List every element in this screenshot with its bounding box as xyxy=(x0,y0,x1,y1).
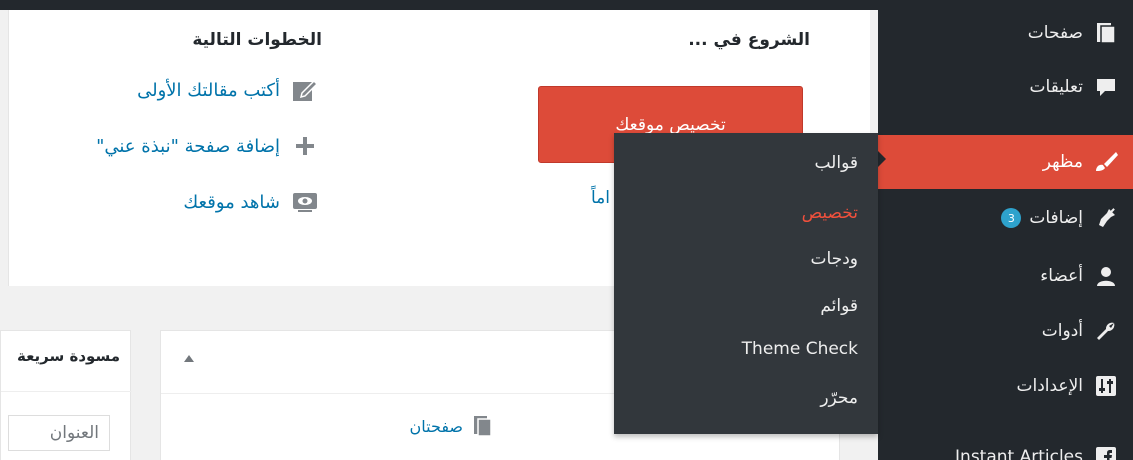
sidebar-item-label: أعضاء xyxy=(1040,266,1083,286)
submenu-item-customize[interactable]: تخصيص xyxy=(802,203,858,223)
quick-draft-box: مسودة سريعة العنوان xyxy=(0,330,132,460)
sidebar-item-tools[interactable]: أدوات xyxy=(878,308,1133,354)
sidebar-item-users[interactable]: أعضاء xyxy=(878,253,1133,299)
draft-title-placeholder: العنوان xyxy=(49,423,99,443)
submenu-item-themes[interactable]: قوالب xyxy=(814,153,858,173)
view-site-label: شاهد موقعك xyxy=(183,191,280,213)
get-started-title: الشروع في ... xyxy=(688,30,810,50)
admin-sidebar: صفحات تعليقات مظهر إضافات 3 أعضاء أدوات xyxy=(877,10,1133,460)
submenu-item-menus[interactable]: قوائم xyxy=(820,296,858,316)
pages-icon xyxy=(1093,20,1119,46)
sidebar-item-comments[interactable]: تعليقات xyxy=(878,64,1133,110)
sidebar-item-label: تعليقات xyxy=(1029,77,1083,97)
view-site-link[interactable]: شاهد موقعك xyxy=(183,190,318,214)
sidebar-item-label: صفحات xyxy=(1027,23,1083,43)
tools-wrench-icon xyxy=(1093,318,1119,344)
sidebar-item-pages[interactable]: صفحات xyxy=(878,10,1133,56)
next-steps-title: الخطوات التالية xyxy=(192,30,322,50)
active-pointer xyxy=(877,150,886,168)
manage-widgets-link[interactable]: اماً xyxy=(591,188,610,208)
draft-title-input[interactable]: العنوان xyxy=(8,415,110,451)
sidebar-item-settings[interactable]: الإعدادات xyxy=(878,363,1133,409)
divider xyxy=(1,391,132,392)
write-first-post-link[interactable]: أكتب مقالتك الأولى xyxy=(137,78,318,102)
plugins-icon xyxy=(1093,205,1119,231)
add-about-page-label: إضافة صفحة "نبذة عني" xyxy=(96,135,280,157)
appearance-brush-icon xyxy=(1093,149,1119,175)
submenu-item-widgets[interactable]: ودجات xyxy=(811,249,858,269)
users-icon xyxy=(1093,263,1119,289)
submenu-item-theme-check[interactable]: Theme Check xyxy=(742,339,858,359)
view-screen-icon xyxy=(292,190,318,214)
pages-count-link[interactable]: صفحتان xyxy=(410,415,493,437)
appearance-flyout-submenu: قوالب تخصيص ودجات قوائم Theme Check محرّ… xyxy=(614,133,878,434)
admin-top-bar xyxy=(0,0,1133,10)
collapse-arrow-icon[interactable] xyxy=(183,353,195,363)
sidebar-item-plugins[interactable]: إضافات 3 xyxy=(878,195,1133,241)
sidebar-item-label: الإعدادات xyxy=(1016,376,1083,396)
sidebar-item-label: أدوات xyxy=(1041,321,1083,341)
facebook-icon xyxy=(1093,444,1119,460)
sidebar-item-label: إضافات xyxy=(1029,208,1083,228)
comments-icon xyxy=(1093,74,1119,100)
add-about-page-link[interactable]: إضافة صفحة "نبذة عني" xyxy=(96,134,318,158)
pages-count-label: صفحتان xyxy=(409,416,463,436)
plugin-updates-badge: 3 xyxy=(1001,208,1022,228)
pages-icon xyxy=(473,415,493,437)
submenu-item-editor[interactable]: محرّر xyxy=(820,388,858,408)
edit-icon xyxy=(292,78,318,102)
plus-icon xyxy=(292,134,318,158)
settings-sliders-icon xyxy=(1093,373,1119,399)
sidebar-item-label: مظهر xyxy=(1042,152,1083,172)
write-first-post-label: أكتب مقالتك الأولى xyxy=(137,79,280,101)
sidebar-item-instant-articles[interactable]: Instant Articles xyxy=(878,434,1133,460)
sidebar-item-label: Instant Articles xyxy=(955,447,1083,460)
quick-draft-title: مسودة سريعة xyxy=(16,347,120,365)
sidebar-item-appearance[interactable]: مظهر xyxy=(877,135,1133,189)
